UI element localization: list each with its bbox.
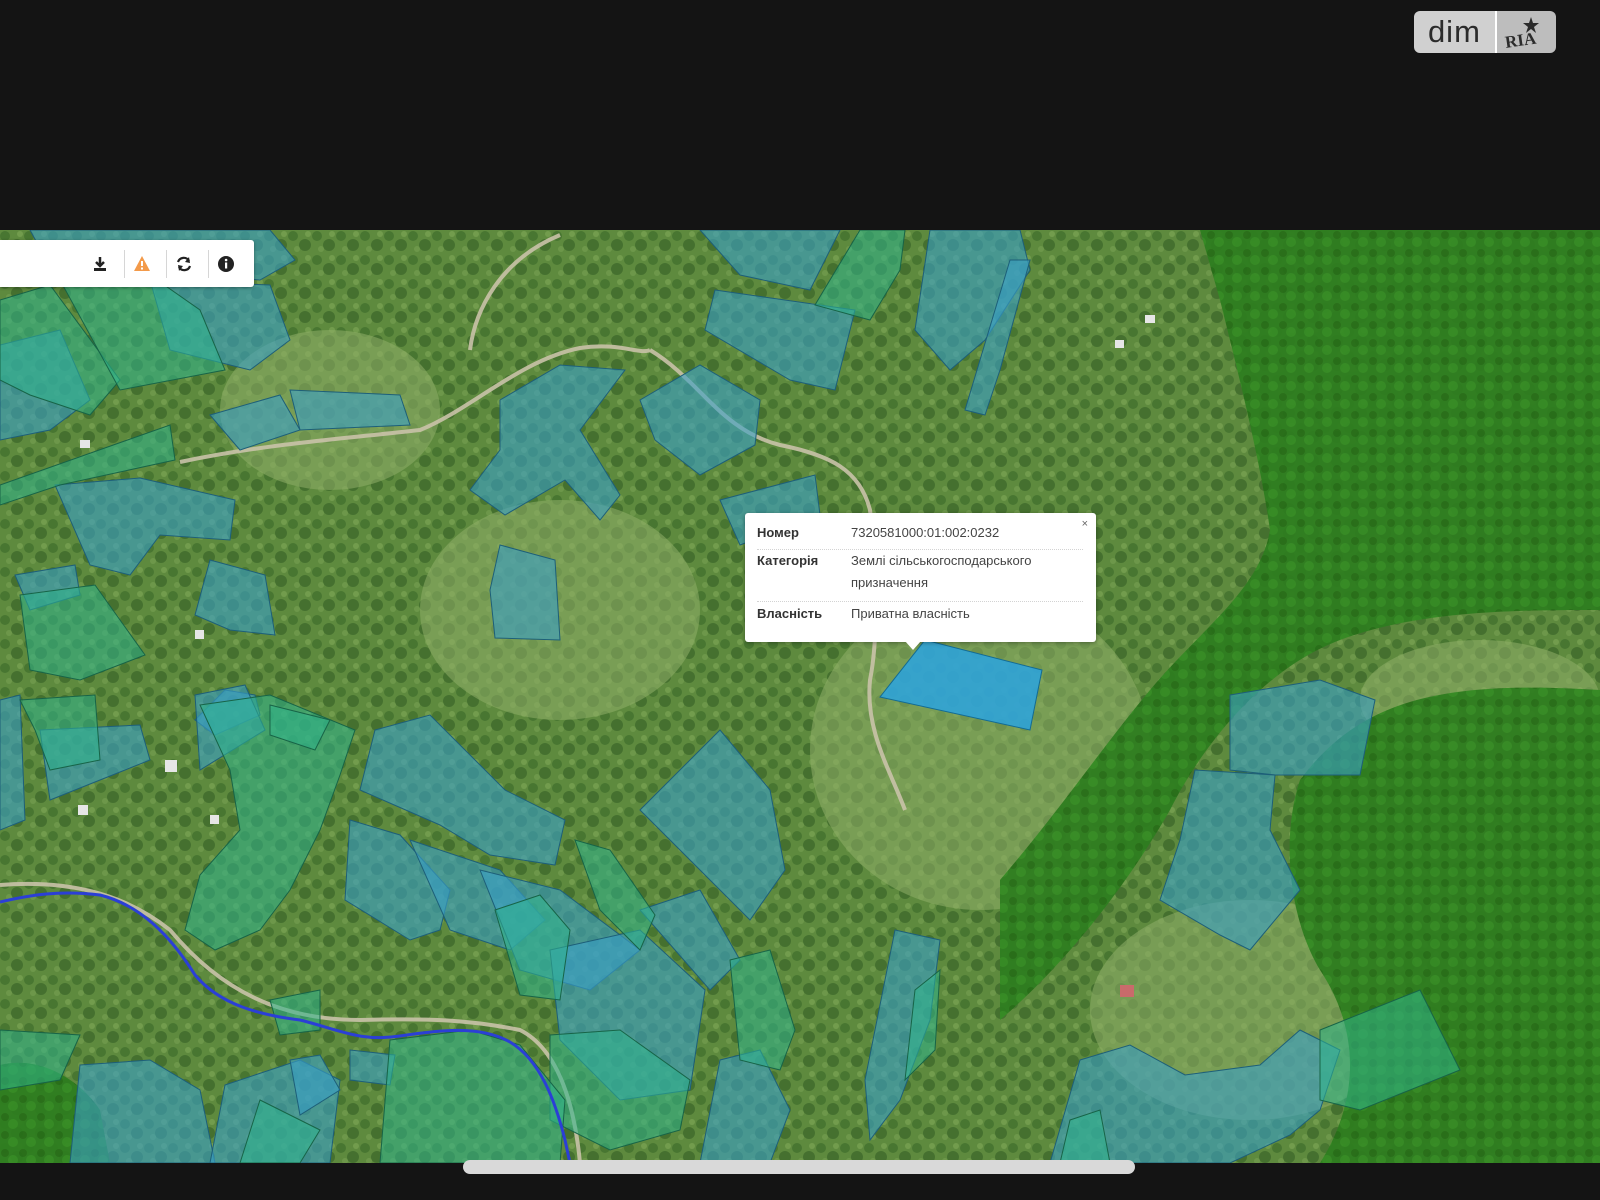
popup-row-number: Номер 7320581000:01:002:0232: [757, 525, 1083, 550]
home-indicator[interactable]: [463, 1160, 1135, 1174]
refresh-button[interactable]: [168, 248, 200, 280]
info-button[interactable]: [210, 248, 242, 280]
top-black-bar: [0, 0, 1600, 230]
popup-key: Номер: [757, 525, 799, 540]
toolbar-divider: [208, 250, 209, 278]
download-icon: [94, 257, 106, 271]
toolbar-divider: [166, 250, 167, 278]
map-toolbar: [0, 240, 254, 287]
cadastral-number: 7320581000:01:002:0232: [851, 525, 1000, 540]
report-problem-button[interactable]: [126, 248, 158, 280]
svg-text:RIA: RIA: [1504, 29, 1538, 49]
popup-pointer: [905, 641, 921, 650]
info-icon: [218, 256, 234, 272]
dim-ria-logo: dim RIA: [1414, 11, 1556, 53]
popup-row-ownership: Власність Приватна власність: [757, 606, 1083, 630]
toolbar-divider: [124, 250, 125, 278]
refresh-icon: [176, 256, 192, 272]
warning-icon: [134, 256, 150, 271]
cadastral-map[interactable]: [0, 230, 1600, 1163]
logo-text: dim: [1414, 11, 1495, 53]
ownership-type: Приватна власність: [851, 606, 970, 621]
parcel-info-popup: × Номер 7320581000:01:002:0232 Категорія…: [745, 513, 1096, 650]
popup-key: Категорія: [757, 553, 819, 568]
popup-row-category: Категорія Землі сільськогосподарського п…: [757, 553, 1083, 602]
ria-logo-icon: RIA: [1494, 11, 1556, 53]
popup-key: Власність: [757, 606, 823, 621]
land-category: Землі сільськогосподарського призначення: [851, 553, 1032, 590]
download-button[interactable]: [84, 248, 116, 280]
